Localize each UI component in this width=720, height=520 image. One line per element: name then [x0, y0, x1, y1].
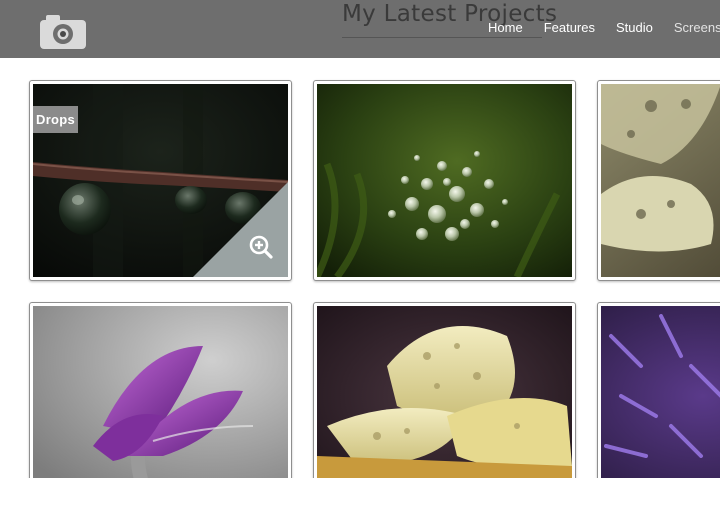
nav-home[interactable]: Home: [488, 20, 523, 35]
gallery-item-yellow-flower[interactable]: [313, 302, 576, 478]
nav-screenshots[interactable]: Screenshots: [674, 20, 720, 35]
photo-water-drops: Drops: [33, 84, 288, 277]
camera-icon[interactable]: [40, 14, 86, 49]
nav-features[interactable]: Features: [544, 20, 595, 35]
photo-moss-dew: [317, 84, 572, 277]
zoom-overlay[interactable]: [193, 182, 288, 277]
project-gallery: Drops: [0, 58, 720, 478]
photo-yellow-flower: [317, 306, 572, 478]
gallery-item-petals[interactable]: [597, 80, 720, 281]
top-bar: My Latest Projects Home Features Studio …: [0, 0, 720, 58]
gallery-item-pasque[interactable]: [29, 302, 292, 478]
title-underline: [342, 37, 542, 38]
nav-studio[interactable]: Studio: [616, 20, 653, 35]
gallery-item-drops[interactable]: Drops: [29, 80, 292, 281]
photo-purple-flower: [33, 306, 288, 478]
photo-caption: Drops: [33, 106, 79, 133]
photo-wet-petals: [601, 84, 720, 277]
main-nav: Home Features Studio Screenshots: [488, 20, 720, 35]
photo-purple-thistle: [601, 306, 720, 478]
gallery-item-thistle[interactable]: [597, 302, 720, 478]
gallery-item-moss[interactable]: [313, 80, 576, 281]
